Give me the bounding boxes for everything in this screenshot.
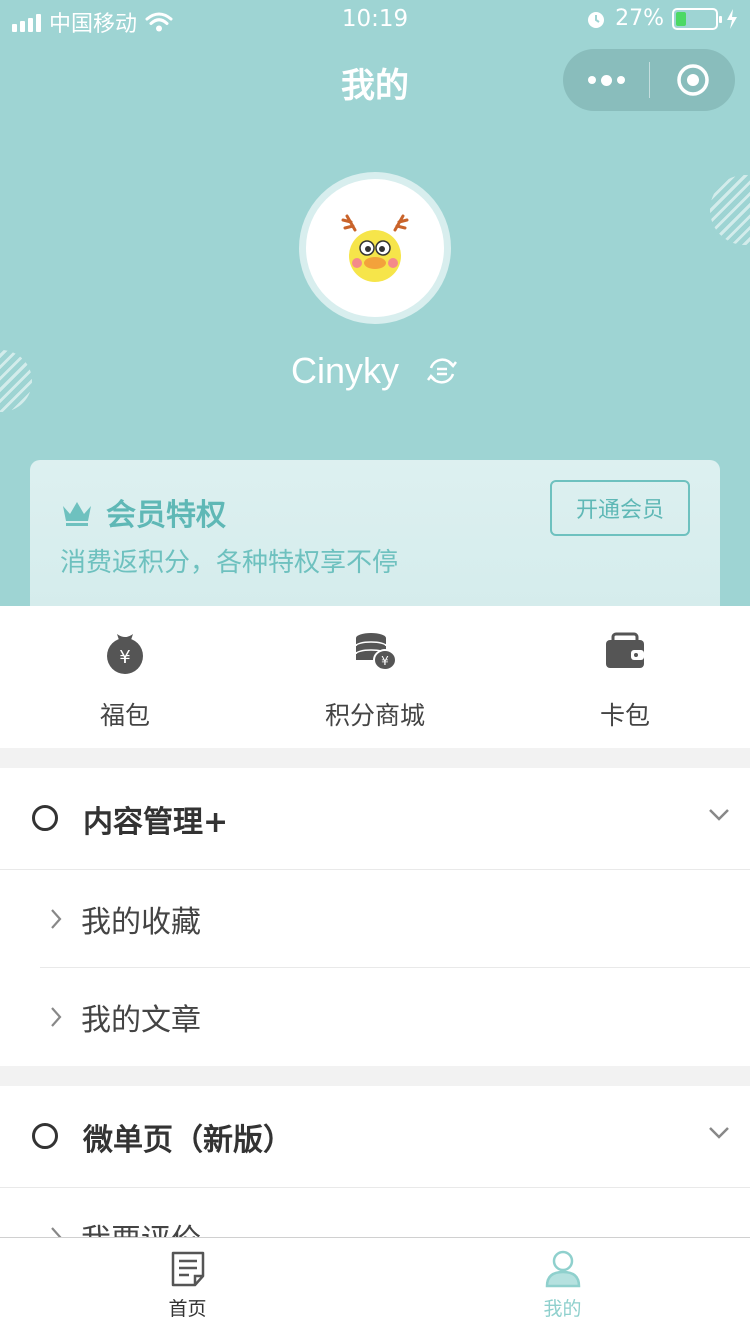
avatar[interactable] [299, 172, 451, 324]
battery-icon [672, 7, 722, 30]
list-item-label: 我的收藏 [81, 904, 201, 940]
switch-account-icon[interactable] [425, 354, 459, 388]
circle-icon [32, 805, 58, 831]
close-button[interactable] [650, 49, 735, 111]
quick-item-lucky-bag[interactable]: ¥ 福包 [0, 606, 250, 748]
section-content-management: 内容管理+ 我的收藏 我的文章 [0, 768, 750, 1066]
status-bar: 中国移动 10:19 27% [0, 0, 750, 40]
chevron-right-icon [51, 1227, 62, 1237]
target-icon [676, 64, 709, 96]
tab-label: 首页 [168, 1298, 207, 1320]
list-item-label: 我的文章 [81, 1003, 201, 1038]
vip-title: 会员特权 [106, 498, 226, 533]
quick-label: 福包 [99, 701, 150, 730]
list-item-my-favorites[interactable]: 我的收藏 [40, 870, 750, 968]
coins-icon: ¥ [355, 633, 397, 671]
chevron-right-icon [51, 908, 62, 929]
section-title: 内容管理+ [83, 804, 229, 840]
quick-entries: ¥ 福包 ¥ 积分商城 卡包 [0, 606, 750, 748]
section-micro-page: 微单页（新版） 我要评价 [0, 1086, 750, 1237]
quick-label: 积分商城 [324, 701, 425, 730]
more-button[interactable] [563, 49, 649, 111]
alarm-icon [588, 11, 605, 28]
list-item-label: 我要评价 [81, 1215, 201, 1237]
username: Cinyky [290, 350, 400, 391]
chevron-down-icon [709, 1127, 729, 1139]
duck-avatar-icon [341, 214, 409, 282]
quick-item-card-wallet[interactable]: 卡包 [500, 606, 750, 748]
svg-text:¥: ¥ [119, 647, 130, 668]
list-item-my-articles[interactable]: 我的文章 [40, 968, 750, 1066]
quick-label: 卡包 [599, 701, 650, 730]
vip-subtitle: 消费返积分，各种特权享不停 [60, 548, 399, 578]
battery-percent: 27% [615, 6, 664, 31]
chevron-down-icon [709, 809, 729, 821]
tab-home[interactable]: 首页 [0, 1238, 375, 1334]
vip-card: 会员特权 消费返积分，各种特权享不停 开通会员 [30, 460, 720, 606]
open-vip-button[interactable]: 开通会员 [550, 480, 690, 536]
circle-icon [32, 1123, 58, 1149]
crown-icon [63, 502, 91, 526]
document-icon [171, 1251, 204, 1287]
svg-text:¥: ¥ [381, 654, 389, 668]
quick-item-points-mall[interactable]: ¥ 积分商城 [250, 606, 500, 748]
tab-mine[interactable]: 我的 [375, 1238, 750, 1334]
miniprogram-capsule [563, 49, 735, 111]
chevron-right-icon [51, 1007, 62, 1027]
tab-label: 我的 [543, 1298, 582, 1320]
lucky-bag-icon: ¥ [107, 634, 143, 674]
decorative-circle [710, 175, 750, 245]
section-title: 微单页（新版） [83, 1122, 293, 1158]
wallet-icon [606, 632, 644, 668]
person-icon [545, 1250, 580, 1288]
profile-header: 中国移动 10:19 27% 我的 Cinyky 会员特权 消费返积分，各种特权… [0, 0, 750, 606]
charging-icon [727, 8, 737, 29]
section-header[interactable]: 微单页（新版） [0, 1086, 750, 1188]
section-header[interactable]: 内容管理+ [0, 768, 750, 870]
tab-bar: 首页 我的 [0, 1237, 750, 1334]
list-item-write-review[interactable]: 我要评价 [40, 1188, 750, 1237]
